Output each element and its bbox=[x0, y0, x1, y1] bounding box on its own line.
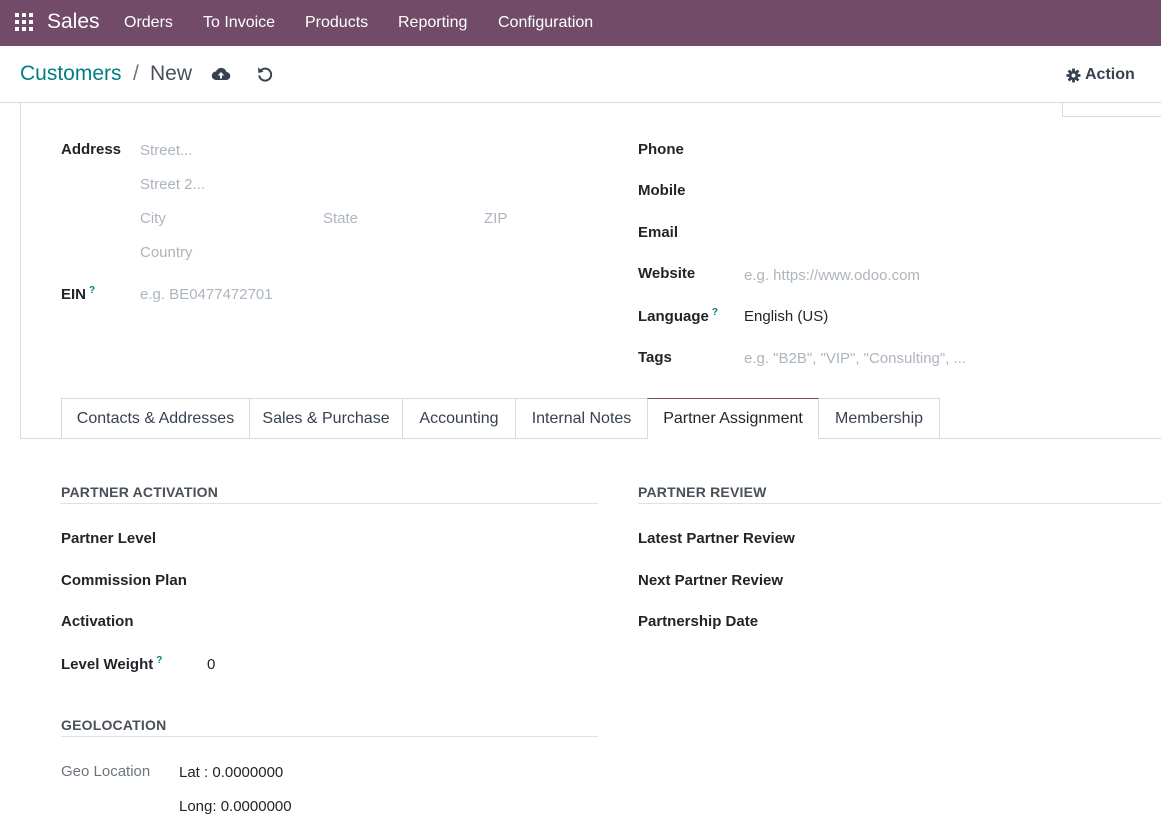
cloud-upload-icon[interactable] bbox=[211, 66, 231, 82]
tabs-baseline bbox=[20, 438, 1161, 439]
ein-label: EIN? bbox=[61, 285, 96, 303]
geolocation-divider bbox=[61, 736, 598, 737]
state-input[interactable]: State bbox=[323, 210, 358, 227]
partner-review-divider bbox=[638, 503, 1161, 504]
next-partner-review-label: Next Partner Review bbox=[638, 572, 784, 589]
action-button[interactable]: Action bbox=[1066, 66, 1135, 84]
breadcrumb-current: New bbox=[150, 62, 193, 85]
longitude-value: Long: 0.0000000 bbox=[179, 798, 292, 815]
menu-products[interactable]: Products bbox=[305, 14, 368, 32]
language-select[interactable]: English (US) bbox=[744, 308, 828, 325]
app-name[interactable]: Sales bbox=[47, 10, 100, 34]
action-label: Action bbox=[1085, 66, 1135, 83]
street2-input[interactable]: Street 2... bbox=[140, 176, 205, 193]
commission-plan-label: Commission Plan bbox=[61, 572, 187, 589]
sheet-left-border bbox=[20, 103, 21, 439]
tab-sales-purchase[interactable]: Sales & Purchase bbox=[249, 398, 403, 438]
menu-reporting[interactable]: Reporting bbox=[398, 14, 467, 32]
partner-level-label: Partner Level bbox=[61, 530, 157, 547]
ein-help-icon[interactable]: ? bbox=[89, 285, 95, 296]
mobile-label: Mobile bbox=[638, 182, 686, 199]
menu-orders[interactable]: Orders bbox=[124, 14, 173, 32]
latest-partner-review-label: Latest Partner Review bbox=[638, 530, 795, 547]
level-weight-label: Level Weight? bbox=[61, 655, 163, 673]
breadcrumb-customers[interactable]: Customers bbox=[20, 62, 122, 86]
street-input[interactable]: Street... bbox=[140, 142, 193, 159]
undo-icon[interactable] bbox=[256, 65, 274, 83]
tags-input[interactable]: e.g. "B2B", "VIP", "Consulting", ... bbox=[744, 350, 966, 367]
country-input[interactable]: Country bbox=[140, 244, 193, 261]
zip-input[interactable]: ZIP bbox=[484, 210, 507, 227]
ein-input[interactable]: e.g. BE0477472701 bbox=[140, 286, 273, 303]
control-panel: Customers / New Action bbox=[0, 46, 1161, 103]
email-label: Email bbox=[638, 224, 679, 241]
partner-activation-divider bbox=[61, 503, 598, 504]
geolocation-title: GEOLOCATION bbox=[61, 717, 167, 733]
tab-membership[interactable]: Membership bbox=[818, 398, 940, 438]
menu-to-invoice[interactable]: To Invoice bbox=[203, 14, 275, 32]
geo-location-label: Geo Location bbox=[61, 763, 151, 780]
partnership-date-label: Partnership Date bbox=[638, 613, 759, 630]
website-input[interactable]: e.g. https://www.odoo.com bbox=[744, 267, 920, 284]
language-label: Language? bbox=[638, 307, 718, 325]
website-label: Website bbox=[638, 265, 696, 282]
tab-contacts-addresses[interactable]: Contacts & Addresses bbox=[61, 398, 250, 438]
menu-configuration[interactable]: Configuration bbox=[498, 14, 593, 32]
language-help-icon[interactable]: ? bbox=[712, 307, 718, 318]
tab-internal-notes[interactable]: Internal Notes bbox=[515, 398, 648, 438]
phone-label: Phone bbox=[638, 141, 684, 158]
city-input[interactable]: City bbox=[140, 210, 166, 227]
gear-icon bbox=[1066, 67, 1081, 83]
apps-menu-icon[interactable] bbox=[15, 13, 33, 31]
latitude-value: Lat : 0.0000000 bbox=[179, 764, 284, 781]
breadcrumb-separator: / bbox=[133, 62, 139, 85]
activation-label: Activation bbox=[61, 613, 134, 630]
partner-activation-title: PARTNER ACTIVATION bbox=[61, 484, 219, 500]
level-weight-help-icon[interactable]: ? bbox=[156, 655, 162, 666]
address-label: Address bbox=[61, 141, 122, 158]
partner-review-title: PARTNER REVIEW bbox=[638, 484, 767, 500]
sheet-corner-widget bbox=[1062, 103, 1161, 117]
tab-accounting[interactable]: Accounting bbox=[402, 398, 516, 438]
tab-partner-assignment[interactable]: Partner Assignment bbox=[647, 398, 819, 439]
top-navbar: Sales Orders To Invoice Products Reporti… bbox=[0, 0, 1161, 46]
level-weight-input[interactable]: 0 bbox=[207, 656, 215, 673]
tags-label: Tags bbox=[638, 349, 672, 366]
